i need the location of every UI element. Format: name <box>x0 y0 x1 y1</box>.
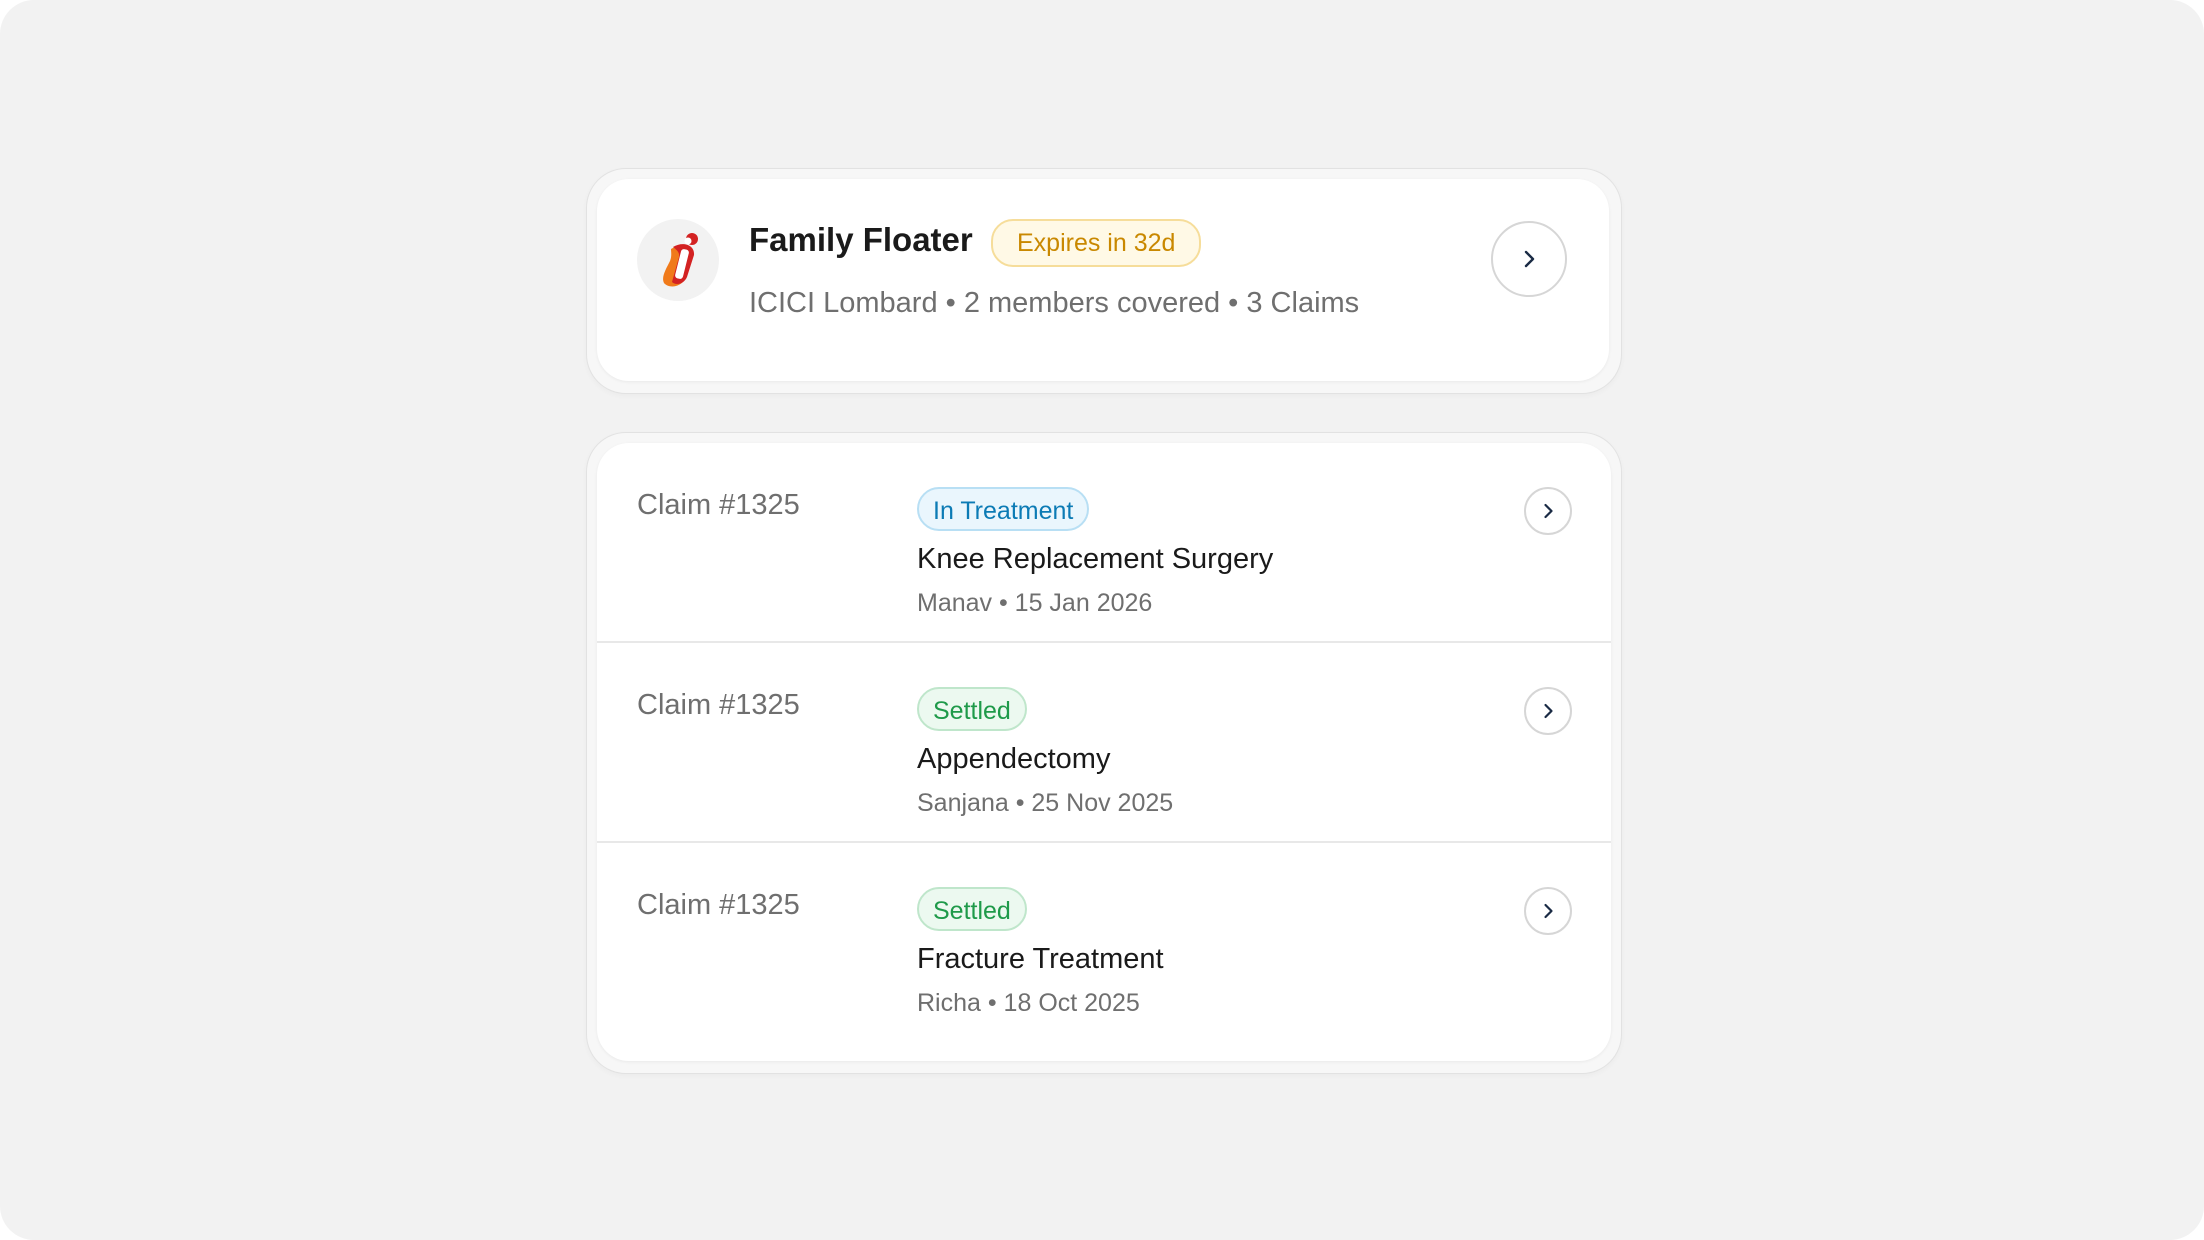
claim-meta: Richa • 18 Oct 2025 <box>917 989 1140 1017</box>
claim-meta: Sanjana • 25 Nov 2025 <box>917 789 1174 817</box>
chevron-right-icon <box>1524 250 1535 268</box>
claim-title: Knee Replacement Surgery <box>917 543 1274 575</box>
chevron-right-icon <box>1544 703 1553 719</box>
app-frame: Family Floater Expires in 32d ICICI Lomb… <box>0 0 2204 1240</box>
claim-id: Claim #1325 <box>637 489 800 521</box>
status-badge: In Treatment <box>917 487 1090 531</box>
claim-open-button[interactable] <box>1524 887 1572 935</box>
chevron-right-icon <box>1544 903 1553 919</box>
claim-row[interactable]: Claim #1325 In Treatment Knee Replacemen… <box>597 443 1611 643</box>
claim-row[interactable]: Claim #1325 Settled Fracture Treatment R… <box>597 843 1611 1043</box>
claim-title: Fracture Treatment <box>917 943 1164 975</box>
claim-id: Claim #1325 <box>637 689 800 721</box>
chevron-right-icon <box>1544 503 1553 519</box>
status-badge: Settled <box>917 687 1027 731</box>
policy-open-button[interactable] <box>1491 221 1567 297</box>
policy-subtitle: ICICI Lombard • 2 members covered • 3 Cl… <box>749 287 1360 319</box>
claims-card-shell: Claim #1325 In Treatment Knee Replacemen… <box>586 432 1622 1074</box>
claim-row[interactable]: Claim #1325 Settled Appendectomy Sanjana… <box>597 643 1611 843</box>
policy-title: Family Floater <box>749 221 973 258</box>
policy-card[interactable]: Family Floater Expires in 32d ICICI Lomb… <box>597 179 1609 381</box>
claim-title: Appendectomy <box>917 743 1111 775</box>
claim-id: Claim #1325 <box>637 889 800 921</box>
status-badge: Settled <box>917 887 1027 931</box>
claim-open-button[interactable] <box>1524 487 1572 535</box>
claims-list: Claim #1325 In Treatment Knee Replacemen… <box>597 443 1611 1061</box>
claim-open-button[interactable] <box>1524 687 1572 735</box>
policy-card-shell: Family Floater Expires in 32d ICICI Lomb… <box>586 168 1622 394</box>
expiry-badge: Expires in 32d <box>991 219 1202 267</box>
claim-meta: Manav • 15 Jan 2026 <box>917 589 1153 617</box>
icici-lombard-logo-icon <box>637 219 719 301</box>
